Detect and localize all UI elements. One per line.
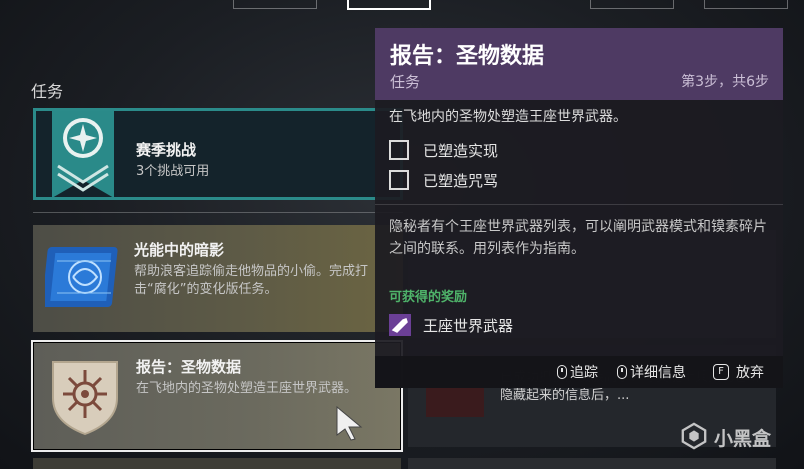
card-title: 光能中的暗影 xyxy=(134,241,225,259)
card-title: 报告：圣物数据 xyxy=(136,358,242,376)
card-desc: 3个挑战可用 xyxy=(136,164,210,179)
checkbox-icon xyxy=(389,170,409,190)
objective-label: 已塑造咒骂 xyxy=(423,172,499,190)
divider xyxy=(375,204,783,205)
track-label: 追踪 xyxy=(570,365,598,381)
heybox-logo-icon xyxy=(681,422,707,450)
quest-tooltip: 报告：圣物数据 任务 第3步，共6步 在飞地内的圣物处塑造王座世界武器。 已塑造… xyxy=(375,28,783,388)
tooltip-step: 第3步，共6步 xyxy=(681,74,769,90)
card-title: 赛季挑战 xyxy=(136,141,197,159)
abandon-hint[interactable]: F 放弃 xyxy=(713,362,764,382)
mouse-left-icon xyxy=(557,365,567,379)
blueprint-icon xyxy=(45,247,118,307)
nav-tab[interactable] xyxy=(704,0,788,9)
seasonal-banner-icon xyxy=(52,111,114,197)
card-desc: 在飞地内的圣物处塑造王座世界武器。 xyxy=(136,381,358,396)
objective-description: 在飞地内的圣物处塑造王座世界武器。 xyxy=(389,109,627,125)
lore-text: 隐秘者有个王座世界武器列表，可以阐明武器模式和镆素碎片之间的联系。用列表作为指南… xyxy=(389,219,767,257)
tooltip-body: 在飞地内的圣物处塑造王座世界武器。 已塑造实现 已塑造咒骂 隐秘者有个王座世界武… xyxy=(375,100,783,388)
watermark-text: 小黑盒 xyxy=(714,428,772,450)
details-label: 详细信息 xyxy=(630,365,686,381)
quest-card-partial[interactable] xyxy=(408,458,776,469)
rewards-heading: 可获得的奖励 xyxy=(389,290,468,305)
tooltip-footer: 追踪 详细信息 F 放弃 xyxy=(375,356,783,388)
card-desc: 帮助浪客追踪偷走他物品的小偷。完成打击“腐化”的变化版任务。 xyxy=(134,264,369,297)
seasonal-challenges-card[interactable]: 赛季挑战 3个挑战可用 xyxy=(33,108,403,200)
relic-shield-icon xyxy=(52,361,118,436)
objective-label: 已塑造实现 xyxy=(423,142,499,160)
tooltip-type: 任务 xyxy=(390,73,421,91)
watermark: 小黑盒 xyxy=(680,418,790,454)
checkbox-icon xyxy=(389,140,409,160)
tooltip-title: 报告：圣物数据 xyxy=(390,44,545,69)
track-hint[interactable]: 追踪 xyxy=(557,362,598,382)
reward-label: 王座世界武器 xyxy=(423,317,514,335)
f-key-icon: F xyxy=(713,364,729,380)
quest-card-partial[interactable] xyxy=(33,458,401,469)
nav-tab-active[interactable] xyxy=(347,0,431,10)
section-title: 任务 xyxy=(31,82,64,101)
pointer-cursor-icon xyxy=(336,405,363,441)
mouse-right-icon xyxy=(617,365,627,379)
weapon-icon xyxy=(389,314,411,336)
nav-tab[interactable] xyxy=(233,0,317,9)
abandon-label: 放弃 xyxy=(736,365,764,381)
divider xyxy=(33,212,403,213)
details-hint[interactable]: 详细信息 xyxy=(617,362,686,382)
quest-card-shadow[interactable]: 光能中的暗影 帮助浪客追踪偷走他物品的小偷。完成打击“腐化”的变化版任务。 xyxy=(33,225,403,332)
top-nav xyxy=(0,0,804,10)
nav-tab[interactable] xyxy=(590,0,674,9)
tooltip-header: 报告：圣物数据 任务 第3步，共6步 xyxy=(375,28,783,100)
